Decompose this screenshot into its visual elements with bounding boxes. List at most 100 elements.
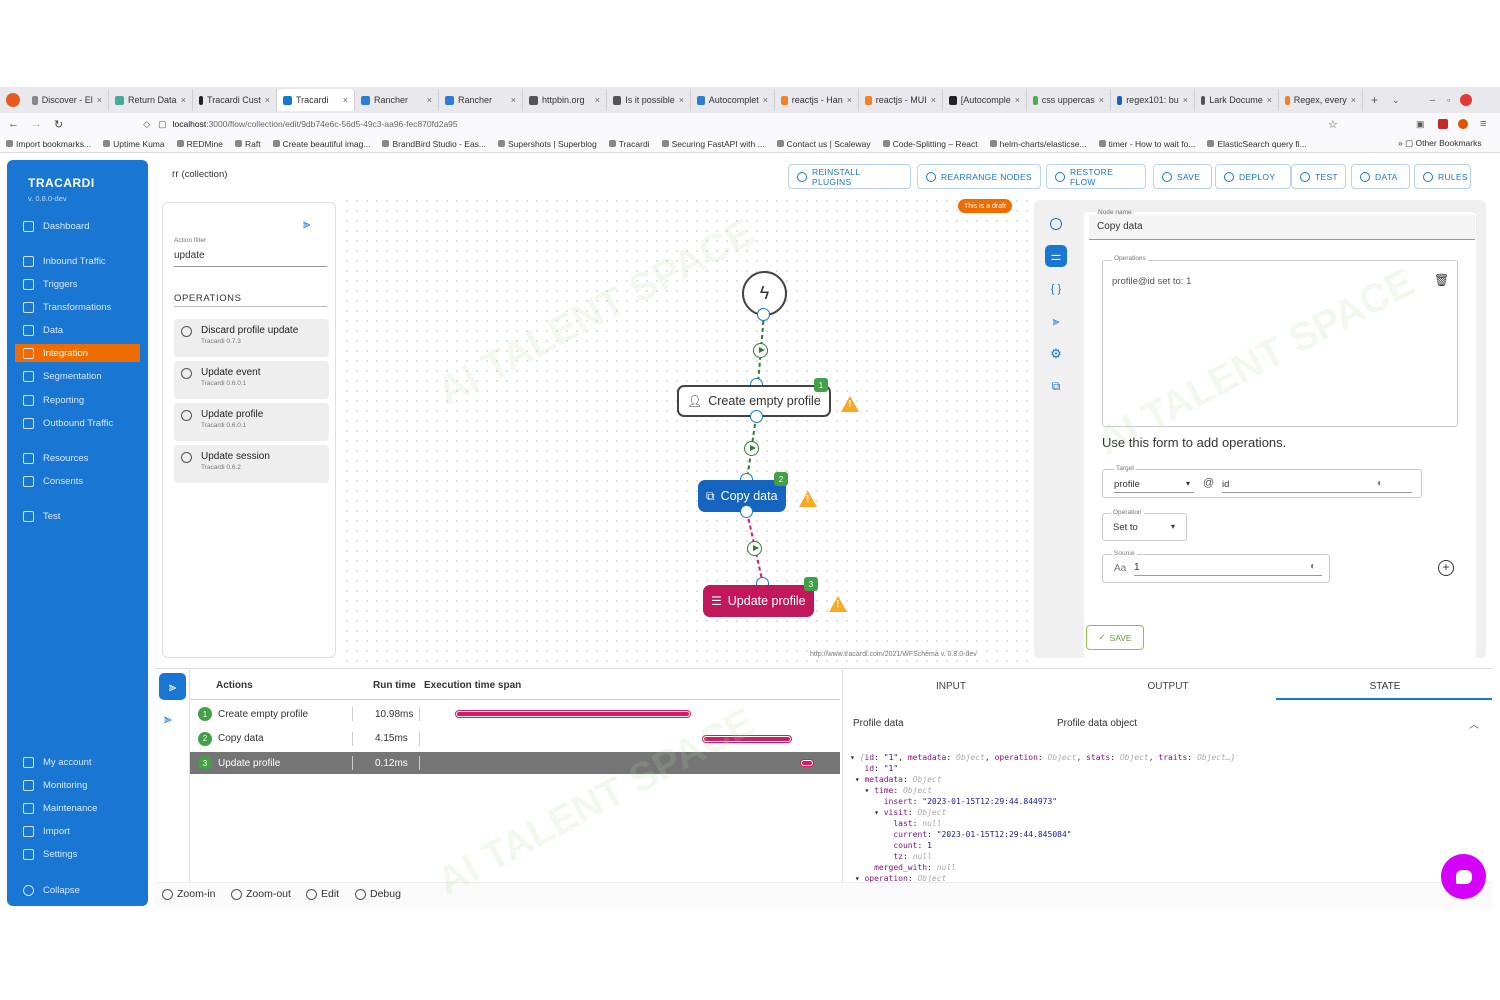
collapse-button[interactable]: Collapse	[15, 881, 140, 899]
extension-icon-2[interactable]	[1458, 119, 1468, 129]
schema-url[interactable]: http://www.tracardi.com/2021/WFSchema v.…	[810, 651, 977, 658]
json-line[interactable]: ▾ {id: "1", metadata: Object, operation:…	[850, 753, 1235, 762]
bookmark-item[interactable]: Create beautiful imag...	[272, 139, 370, 149]
tab-output[interactable]: OUTPUT	[1060, 681, 1276, 692]
sidebar-item-maintenance[interactable]: Maintenance	[15, 799, 140, 817]
sidebar-item-outbound-traffic[interactable]: Outbound Traffic	[15, 414, 140, 432]
rearrange-nodes-button[interactable]: REARRANGE NODES	[917, 164, 1041, 189]
bookmark-item[interactable]: Code-Splitting – React	[882, 139, 978, 149]
save-button[interactable]: ✓ SAVE	[1086, 625, 1144, 650]
sidebar-item-test[interactable]: Test	[15, 507, 140, 525]
bookmark-item[interactable]: Tracardi	[608, 139, 650, 149]
table-row[interactable]: 1 Create empty profile 10.98ms	[190, 703, 840, 725]
operation-item[interactable]: Update session Tracardi 0.6.2	[174, 445, 329, 483]
flow-icon[interactable]: ⫸	[1045, 310, 1067, 332]
play-icon[interactable]	[753, 343, 768, 358]
close-tab-icon[interactable]: ×	[1267, 95, 1272, 105]
operation-item[interactable]: Update profile Tracardi 0.6.0.1	[174, 403, 329, 441]
test-button[interactable]: TEST	[1291, 164, 1346, 189]
table-row[interactable]: 3 Update profile 0.12ms	[190, 752, 840, 774]
close-tab-icon[interactable]: ×	[1183, 95, 1188, 105]
bookmark-item[interactable]: BrandBird Studio - Eas...	[382, 139, 486, 149]
node-update-profile[interactable]: ☰ Update profile	[703, 585, 814, 617]
bookmark-item[interactable]: REDMine	[176, 139, 223, 149]
target-path-input[interactable]: id	[1222, 479, 1412, 493]
sidebar-item-integration[interactable]: Integration	[15, 344, 140, 362]
bookmark-item[interactable]: helm-charts/elasticse...	[989, 139, 1087, 149]
play-icon[interactable]	[744, 441, 759, 456]
close-tab-icon[interactable]: ×	[763, 95, 768, 105]
bookmark-item[interactable]: Contact us | Scaleway	[776, 139, 871, 149]
sidebar-item-monitoring[interactable]: Monitoring	[15, 776, 140, 794]
operation-item[interactable]: Update event Tracardi 0.6.0.1	[174, 361, 329, 399]
close-tab-icon[interactable]: ×	[343, 95, 348, 105]
sliders-icon[interactable]: ⚌	[1045, 245, 1067, 267]
reload-icon[interactable]: ↻	[54, 118, 63, 131]
zoom-in-button[interactable]: Zoom-in	[162, 888, 216, 900]
browser-tab[interactable]: Rancher ×	[355, 89, 439, 111]
browser-tab[interactable]: reactjs - MUI ×	[859, 89, 943, 111]
braces-icon[interactable]: { }	[1045, 278, 1067, 300]
restore-flow-button[interactable]: RESTORE FLOW	[1046, 164, 1146, 189]
close-window-icon[interactable]	[1460, 94, 1473, 106]
sidebar-item-segmentation[interactable]: Segmentation	[15, 367, 140, 385]
play-icon[interactable]	[747, 541, 762, 556]
info-icon[interactable]	[1045, 213, 1067, 235]
flow-icon[interactable]: ⫸	[303, 216, 310, 232]
tab-list-icon[interactable]: ⌄	[1392, 95, 1400, 106]
close-tab-icon[interactable]: ×	[931, 95, 936, 105]
toggle-icon[interactable]: ◐	[1310, 561, 1316, 572]
close-tab-icon[interactable]: ×	[1351, 95, 1356, 105]
toggle-icon[interactable]: ◐	[1377, 478, 1383, 489]
close-tab-icon[interactable]: ×	[595, 95, 600, 105]
browser-tab[interactable]: [Autocomple ×	[943, 89, 1027, 111]
browser-tab[interactable]: Tracardi ×	[277, 89, 355, 111]
address-field[interactable]: localhost:3000/flow/collection/edit/9db7…	[173, 119, 458, 129]
minimize-icon[interactable]: –	[1430, 95, 1436, 106]
bookmark-item[interactable]: Raft	[234, 139, 261, 149]
browser-tab[interactable]: Autocomplet ×	[691, 89, 775, 111]
action-filter-input[interactable]: update	[174, 250, 327, 267]
close-tab-icon[interactable]: ×	[1015, 95, 1020, 105]
target-select[interactable]: profile	[1114, 479, 1194, 493]
node-2-output-port[interactable]	[740, 505, 753, 518]
browser-tab[interactable]: Rancher ×	[439, 89, 523, 111]
close-tab-icon[interactable]: ×	[511, 95, 516, 105]
sidebar-item-data[interactable]: Data	[15, 321, 140, 339]
copy-icon[interactable]: ⧉	[1045, 375, 1067, 397]
node-1-output-port[interactable]	[750, 410, 763, 423]
source-type-icon[interactable]: Aa	[1114, 563, 1126, 574]
back-icon[interactable]: ←	[8, 118, 19, 130]
deploy-button[interactable]: DEPLOY	[1215, 164, 1291, 189]
operation-item[interactable]: Discard profile update Tracardi 0.7.3	[174, 319, 329, 357]
other-bookmarks[interactable]: » ▢ Other Bookmarks	[1398, 138, 1482, 149]
bookmark-item[interactable]: timer - How to wait fo...	[1098, 139, 1195, 149]
node-name-field[interactable]: Copy data	[1089, 215, 1475, 240]
flow-canvas[interactable]: This is a draft ϟ 👤︎ Create empty profil…	[342, 196, 1032, 662]
rules-button[interactable]: RULES	[1414, 164, 1471, 189]
close-tab-icon[interactable]: ×	[181, 95, 186, 105]
bookmark-star-icon[interactable]: ☆	[1328, 118, 1338, 131]
debug-flow-button[interactable]: ⫸	[159, 673, 186, 700]
sidebar-item-reporting[interactable]: Reporting	[15, 391, 140, 409]
sidebar-item-transformations[interactable]: Transformations	[15, 298, 140, 316]
chevron-up-icon[interactable]: ︿	[1469, 716, 1479, 731]
sidebar-item-my-account[interactable]: My account	[15, 753, 140, 771]
trash-icon[interactable]: 🗑︎	[1434, 273, 1449, 287]
browser-tab[interactable]: reactjs - Han ×	[775, 89, 859, 111]
data-button[interactable]: DATA	[1351, 164, 1410, 189]
sidebar-item-resources[interactable]: Resources	[15, 449, 140, 467]
bookmark-item[interactable]: ElasticSearch query fi...	[1207, 139, 1307, 149]
debug-button[interactable]: Debug	[355, 888, 401, 900]
sidebar-item-triggers[interactable]: Triggers	[15, 275, 140, 293]
browser-tab[interactable]: Discover - El ×	[26, 89, 109, 111]
close-tab-icon[interactable]: ×	[427, 95, 432, 105]
zoom-out-button[interactable]: Zoom-out	[231, 888, 291, 900]
edit-button[interactable]: Edit	[306, 888, 339, 900]
chevron-down-icon[interactable]: ▾	[1186, 479, 1190, 488]
firefox-menu-icon[interactable]	[6, 93, 20, 107]
sidebar-item-consents[interactable]: Consents	[15, 472, 140, 490]
browser-tab[interactable]: Regex, every ×	[1279, 89, 1363, 111]
close-tab-icon[interactable]: ×	[265, 95, 270, 105]
bookmark-item[interactable]: Supershots | Superblog	[498, 139, 597, 149]
